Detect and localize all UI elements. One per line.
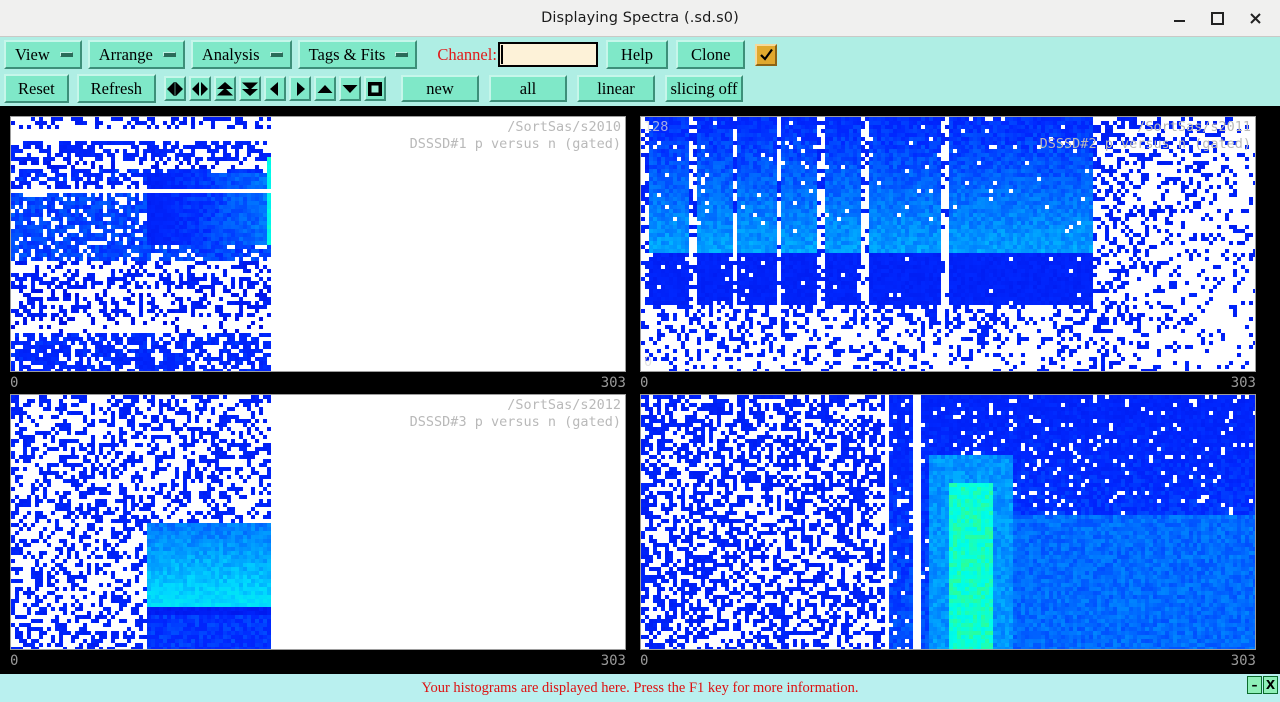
x-tick-min-1: 0 [10,375,18,391]
status-corner-buttons: – X [1247,676,1278,694]
minimize-button[interactable] [1160,3,1198,33]
refresh-button[interactable]: Refresh [77,74,156,103]
mode-all-button[interactable]: all [489,75,567,102]
right-icon [291,81,309,97]
up-icon [316,81,334,97]
channel-input-field[interactable] [503,44,596,65]
nav-down-button[interactable] [339,76,361,101]
menu-view[interactable]: View [4,40,82,69]
left-icon [266,81,284,97]
toggle-checkbox[interactable] [755,44,777,66]
nav-expand-horizontal-button[interactable] [189,76,211,101]
maximize-button[interactable] [1198,3,1236,33]
histogram-canvas-4[interactable] [641,395,1255,649]
x-tick-min-3: 0 [10,653,18,669]
menu-analysis[interactable]: Analysis [191,40,292,69]
reset-button[interactable]: Reset [4,74,69,103]
nav-first-button[interactable] [164,76,186,101]
first-icon [166,81,184,97]
down-double-icon [241,81,259,97]
action-row: Reset Refresh [0,71,1280,106]
histogram-canvas-2[interactable] [641,117,1255,371]
spectrum-panel-3[interactable]: /SortSas/s2012DSSSD#3 p versus n (gated)… [10,394,640,672]
histogram-canvas-3[interactable] [11,395,625,649]
mode-scale-button[interactable]: linear [577,75,655,102]
close-button[interactable] [1236,3,1274,33]
x-tick-max-1: 303 [601,375,626,391]
chevron-down-icon [60,52,73,57]
spectrum-plot-3[interactable]: /SortSas/s2012DSSSD#3 p versus n (gated) [10,394,626,650]
spectrum-panel-4[interactable]: 0 303 [640,394,1270,672]
menu-row: View Arrange Analysis Tags & Fits Channe… [0,37,1280,71]
x-tick-max-4: 303 [1231,653,1256,669]
x-axis-2: 0 303 [640,374,1256,392]
x-axis-4: 0 303 [640,652,1256,670]
x-tick-min-4: 0 [640,653,648,669]
mode-new-button[interactable]: new [401,75,479,102]
status-bar: Your histograms are displayed here. Pres… [0,672,1280,702]
down-icon [341,81,359,97]
pane-minimize-button[interactable]: – [1247,676,1262,694]
x-axis-3: 0 303 [10,652,626,670]
chevron-down-icon [270,52,283,57]
spectrum-plot-4[interactable] [640,394,1256,650]
menu-analysis-label: Analysis [202,45,260,65]
status-message: Your histograms are displayed here. Pres… [421,680,858,697]
spectrum-plot-1[interactable]: /SortSas/s2010DSSSD#1 p versus n (gated) [10,116,626,372]
spectrum-panel-2[interactable]: 128 0 /SortSas/s2011DSSSD#2 p versus n (… [640,116,1270,394]
menu-tags-and-fits-label: Tags & Fits [309,45,386,65]
nav-up-double-button[interactable] [214,76,236,101]
x-axis-1: 0 303 [10,374,626,392]
toolbars: View Arrange Analysis Tags & Fits Channe… [0,37,1280,108]
nav-up-button[interactable] [314,76,336,101]
clone-button[interactable]: Clone [676,40,745,69]
x-tick-max-3: 303 [601,653,626,669]
chevron-down-icon [163,52,176,57]
window-title: Displaying Spectra (.sd.s0) [541,10,739,26]
mode-slicing-button[interactable]: slicing off [665,75,743,102]
histogram-canvas-1[interactable] [11,117,625,371]
chevron-down-icon [395,52,408,57]
nav-left-button[interactable] [264,76,286,101]
menu-arrange-label: Arrange [99,45,153,65]
spectrum-plot-2[interactable]: 128 0 /SortSas/s2011DSSSD#2 p versus n (… [640,116,1256,372]
expand-horizontal-icon [191,81,209,97]
help-button[interactable]: Help [606,40,668,69]
nav-right-button[interactable] [289,76,311,101]
up-double-icon [216,81,234,97]
title-bar: Displaying Spectra (.sd.s0) [0,0,1280,37]
menu-view-label: View [15,45,50,65]
menu-arrange[interactable]: Arrange [88,40,185,69]
x-tick-min-2: 0 [640,375,648,391]
x-tick-max-2: 303 [1231,375,1256,391]
nav-down-double-button[interactable] [239,76,261,101]
window-controls [1160,0,1274,36]
spectra-grid: /SortSas/s2010DSSSD#1 p versus n (gated)… [0,108,1280,672]
spectra-window: Displaying Spectra (.sd.s0) View Arrange [0,0,1280,702]
check-icon [759,47,774,62]
nav-stop-button[interactable] [364,76,386,101]
pane-close-button[interactable]: X [1263,676,1278,694]
channel-input[interactable] [498,42,598,67]
stop-icon [366,81,384,97]
close-icon [1249,12,1262,25]
channel-label: Channel: [437,45,497,65]
menu-tags-and-fits[interactable]: Tags & Fits [298,40,418,69]
spectrum-panel-1[interactable]: /SortSas/s2010DSSSD#1 p versus n (gated)… [10,116,640,394]
